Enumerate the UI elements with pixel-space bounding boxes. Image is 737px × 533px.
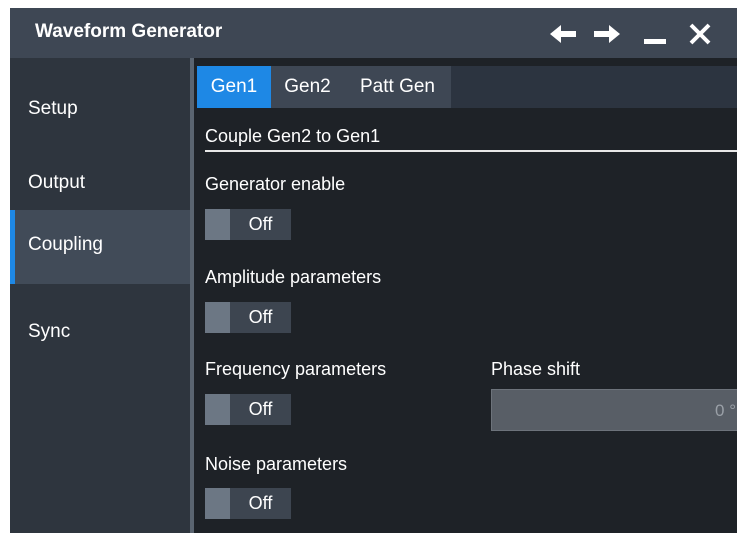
sidebar-item-setup[interactable]: Setup	[10, 74, 190, 148]
tab-gen2[interactable]: Gen2	[271, 66, 344, 108]
toggle-state: Off	[248, 493, 273, 513]
toggle-knob	[205, 302, 230, 333]
waveform-generator-window: Waveform Generator Setup Output Coupling…	[10, 8, 737, 533]
window-title: Waveform Generator	[35, 21, 223, 42]
title-bar: Waveform Generator	[10, 8, 737, 58]
phase-shift-label: Phase shift	[491, 359, 581, 379]
toggle-knob	[205, 488, 230, 519]
generator-enable-label: Generator enable	[205, 174, 346, 194]
section-divider	[205, 150, 737, 152]
close-icon[interactable]	[687, 23, 713, 45]
toggle-knob	[205, 394, 230, 425]
section-title: Couple Gen2 to Gen1	[205, 126, 381, 146]
minimize-icon[interactable]	[642, 23, 668, 45]
tab-patt-gen[interactable]: Patt Gen	[344, 66, 451, 108]
generator-enable-toggle[interactable]: Off	[205, 209, 291, 240]
toggle-knob	[205, 209, 230, 240]
sidebar-item-sync[interactable]: Sync	[10, 297, 190, 371]
sidebar-item-label: Output	[28, 172, 86, 193]
toggle-state: Off	[248, 307, 273, 327]
sidebar-item-coupling[interactable]: Coupling	[10, 210, 190, 284]
sidebar-item-label: Setup	[28, 98, 78, 119]
sidebar: Setup Output Coupling Sync	[10, 58, 190, 533]
sidebar-item-label: Coupling	[28, 234, 103, 255]
active-marker	[10, 210, 15, 284]
back-arrow-icon[interactable]	[550, 23, 576, 45]
toggle-state: Off	[248, 399, 273, 419]
amplitude-parameters-label: Amplitude parameters	[205, 267, 382, 287]
tab-bar: Gen1 Gen2 Patt Gen	[197, 66, 737, 108]
amplitude-parameters-toggle[interactable]: Off	[205, 302, 291, 333]
frequency-parameters-toggle[interactable]: Off	[205, 394, 291, 425]
noise-parameters-toggle[interactable]: Off	[205, 488, 291, 519]
sidebar-item-label: Sync	[28, 321, 71, 342]
forward-arrow-icon[interactable]	[594, 23, 620, 45]
toggle-state: Off	[248, 214, 273, 234]
noise-parameters-label: Noise parameters	[205, 454, 348, 474]
phase-shift-value: 0 °	[715, 401, 736, 420]
tab-gen1[interactable]: Gen1	[197, 66, 271, 108]
panel-splitter[interactable]	[190, 58, 194, 533]
frequency-parameters-label: Frequency parameters	[205, 359, 387, 379]
phase-shift-input[interactable]: 0 °	[491, 389, 737, 431]
